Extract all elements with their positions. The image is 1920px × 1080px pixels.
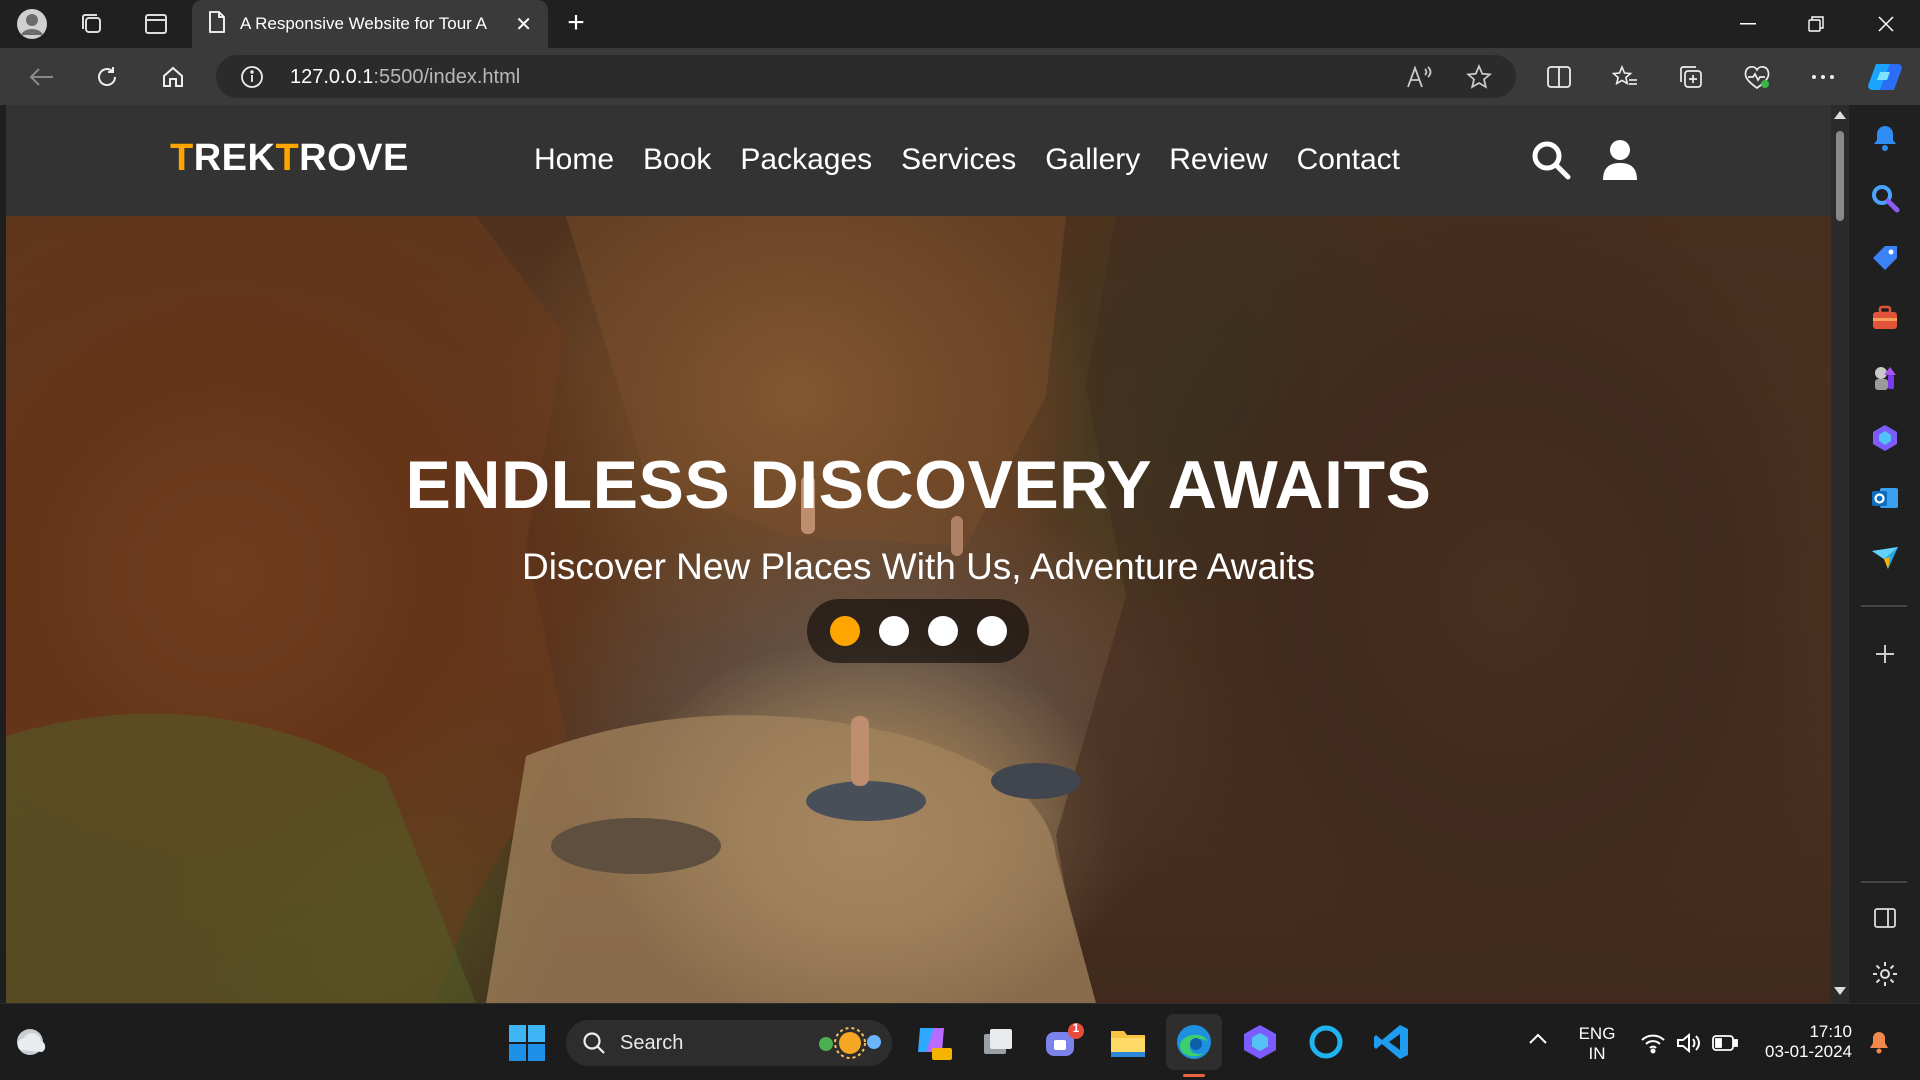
teams-chat-icon[interactable]: 1 — [1042, 1021, 1084, 1062]
hero-title: ENDLESS DISCOVERY AWAITS — [405, 447, 1432, 523]
edge-sidebar — [1849, 105, 1920, 1003]
close-window-button[interactable] — [1852, 0, 1920, 48]
edge-browser-icon[interactable] — [1174, 1022, 1214, 1062]
hide-sidebar-icon[interactable] — [1870, 903, 1900, 933]
shopping-tag-icon[interactable] — [1870, 243, 1900, 273]
slider-controls — [807, 599, 1029, 663]
user-icon[interactable] — [1602, 139, 1644, 181]
clock[interactable]: 17:10 03-01-2024 — [1756, 1022, 1852, 1062]
slider-dot-3[interactable] — [927, 616, 958, 646]
search-highlight-image-icon — [814, 1026, 884, 1064]
read-aloud-icon[interactable] — [1406, 65, 1432, 93]
minimize-button[interactable] — [1714, 0, 1782, 48]
vscode-icon[interactable] — [1372, 1022, 1412, 1062]
show-hidden-icons-chevron-icon[interactable] — [1528, 1030, 1548, 1049]
favorites-icon[interactable] — [1606, 58, 1644, 96]
nav-packages[interactable]: Packages — [740, 143, 872, 177]
sidebar-divider-2 — [1861, 881, 1907, 883]
search-icon[interactable] — [1530, 139, 1572, 181]
add-sidebar-app-icon[interactable] — [1870, 639, 1900, 669]
profile-avatar-icon[interactable] — [14, 8, 50, 40]
copilot-hex-app-icon[interactable] — [1240, 1022, 1280, 1062]
browser-toolbar: 127.0.0.1:5500/index.html — [0, 48, 1920, 105]
nav-services[interactable]: Services — [901, 143, 1016, 177]
notification-bell-icon[interactable] — [1868, 1030, 1890, 1058]
tools-briefcase-icon[interactable] — [1870, 303, 1900, 333]
scroll-up-icon[interactable] — [1834, 111, 1846, 119]
battery-icon[interactable] — [1712, 1034, 1738, 1056]
slider-dot-1[interactable] — [829, 616, 860, 646]
outlook-icon[interactable] — [1870, 483, 1900, 513]
tab-title: A Responsive Website for Tour A — [240, 14, 487, 33]
favorite-star-icon[interactable] — [1466, 63, 1492, 94]
nav-contact[interactable]: Contact — [1297, 143, 1400, 177]
sidebar-search-icon[interactable] — [1870, 183, 1900, 213]
site-info-icon[interactable] — [240, 65, 264, 93]
slider-dot-4[interactable] — [976, 616, 1007, 646]
home-icon[interactable] — [154, 58, 192, 96]
nav-book[interactable]: Book — [643, 143, 711, 177]
scroll-thumb[interactable] — [1836, 131, 1844, 221]
wifi-icon[interactable] — [1640, 1032, 1666, 1058]
page-file-icon — [208, 11, 226, 37]
start-windows-icon[interactable] — [508, 1024, 546, 1066]
taskbar-search-box[interactable]: Search — [566, 1020, 892, 1066]
address-bar[interactable]: 127.0.0.1:5500/index.html — [216, 55, 1516, 98]
windows-taskbar: Search 1 ENG IN 17:10 03-01-2024 — [0, 1003, 1920, 1080]
file-explorer-icon[interactable] — [1108, 1022, 1148, 1062]
nav-gallery[interactable]: Gallery — [1045, 143, 1140, 177]
nav-home[interactable]: Home — [534, 143, 614, 177]
web-page: TREKTROVE Home Book Packages Services Ga… — [6, 105, 1831, 1003]
url-text: 127.0.0.1:5500/index.html — [290, 66, 521, 88]
sidebar-divider — [1861, 605, 1907, 607]
scroll-down-icon[interactable] — [1834, 987, 1846, 995]
teams-badge: 1 — [1072, 1021, 1080, 1035]
hero-section: ENDLESS DISCOVERY AWAITS Discover New Pl… — [6, 216, 1831, 1003]
language-indicator[interactable]: ENG IN — [1574, 1024, 1620, 1064]
browser-titlebar: A Responsive Website for Tour A ✕ + — [0, 0, 1920, 48]
active-tab[interactable]: A Responsive Website for Tour A ✕ — [192, 0, 548, 48]
cortana-ring-icon[interactable] — [1306, 1022, 1346, 1062]
task-view-icon[interactable] — [978, 1022, 1018, 1062]
more-options-icon[interactable] — [1804, 58, 1842, 96]
split-screen-icon[interactable] — [1540, 58, 1578, 96]
browser-essentials-icon[interactable] — [1738, 58, 1776, 96]
site-header: TREKTROVE Home Book Packages Services Ga… — [6, 105, 1831, 216]
close-tab-icon[interactable]: ✕ — [515, 12, 532, 36]
taskbar-search-label: Search — [620, 1032, 684, 1054]
back-icon[interactable] — [22, 58, 60, 96]
copilot-icon[interactable] — [1866, 58, 1904, 96]
restore-button[interactable] — [1782, 0, 1850, 48]
slider-dot-2[interactable] — [878, 616, 909, 646]
site-logo[interactable]: TREKTROVE — [170, 137, 409, 180]
main-nav: Home Book Packages Services Gallery Revi… — [534, 143, 1429, 177]
notifications-bell-icon[interactable] — [1870, 123, 1900, 153]
copilot-hex-icon[interactable] — [1870, 423, 1900, 453]
new-tab-button[interactable]: + — [560, 8, 592, 40]
workspaces-icon[interactable] — [74, 8, 110, 40]
taskbar-search-icon — [582, 1031, 606, 1059]
edge-active-indicator — [1183, 1074, 1205, 1077]
games-icon[interactable] — [1870, 363, 1900, 393]
copilot-pre-app-icon[interactable] — [912, 1022, 952, 1062]
volume-icon[interactable] — [1676, 1032, 1702, 1058]
nav-review[interactable]: Review — [1169, 143, 1267, 177]
page-scrollbar[interactable] — [1831, 105, 1849, 1003]
refresh-icon[interactable] — [88, 58, 126, 96]
settings-gear-icon[interactable] — [1870, 959, 1900, 989]
weather-widget-icon[interactable] — [14, 1026, 50, 1062]
hero-subtitle: Discover New Places With Us, Adventure A… — [521, 546, 1316, 587]
collections-icon[interactable] — [1672, 58, 1710, 96]
tab-actions-icon[interactable] — [138, 8, 174, 40]
drop-send-icon[interactable] — [1870, 543, 1900, 573]
